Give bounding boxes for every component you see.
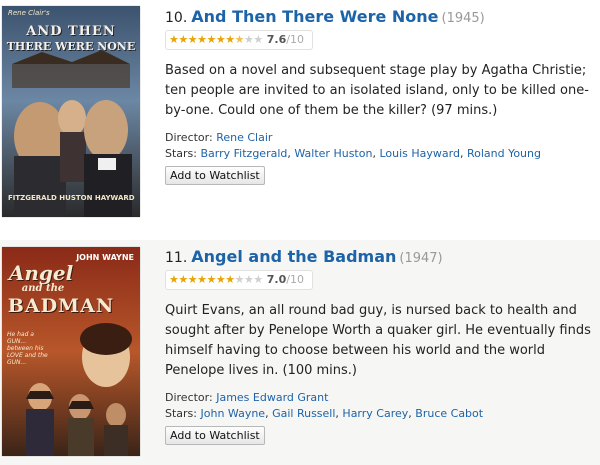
movie-title-link[interactable]: Angel and the Badman (191, 247, 396, 266)
movie-year: (1945) (441, 11, 485, 26)
director-label: Director: (165, 391, 213, 404)
movie-title-link[interactable]: And Then There Were None (191, 7, 438, 26)
poster-credit: Rene Clair's (8, 9, 50, 17)
poster-tagline: He had a GUN... between his LOVE and the… (7, 331, 48, 366)
movie-info: 10. And Then There Were None (1945) ★★★★★★… (165, 7, 594, 185)
poster-title-line2: and the (21, 283, 65, 294)
star-icon[interactable]: ★ (169, 273, 179, 286)
star-empty-icon[interactable]: ★ (235, 273, 245, 286)
star-icon[interactable]: ★ (216, 273, 226, 286)
star-icon[interactable]: ★ (178, 273, 188, 286)
movie-year: (1947) (399, 251, 443, 266)
star-link[interactable]: Barry Fitzgerald (201, 147, 288, 160)
star-link[interactable]: Walter Huston (294, 147, 372, 160)
movie-poster[interactable]: JOHN WAYNE Angel and the BADMAN He had a… (2, 247, 140, 456)
poster-title-line1: Angel (8, 261, 74, 285)
add-to-watchlist-button[interactable]: Add to Watchlist (165, 166, 265, 185)
rating-max: /10 (286, 273, 304, 286)
movie-credits: Director: Rene Clair Stars: Barry Fitzge… (165, 130, 594, 162)
poster-title-line1: AND THEN (26, 24, 116, 39)
movie-credits: Director: James Edward Grant Stars: John… (165, 390, 594, 422)
star-empty-icon[interactable]: ★ (253, 273, 263, 286)
star-icon[interactable]: ★ (197, 33, 207, 46)
rating-value: 7.6 (266, 33, 287, 46)
star-link[interactable]: Bruce Cabot (415, 407, 483, 420)
add-to-watchlist-button[interactable]: Add to Watchlist (165, 426, 265, 445)
movie-description: Based on a novel and subsequent stage pl… (165, 63, 589, 118)
movie-header: 10. And Then There Were None (1945) (165, 7, 594, 29)
poster-title-line3: BADMAN (7, 295, 115, 317)
star-icon[interactable]: ★ (207, 33, 217, 46)
star-empty-icon[interactable]: ★ (253, 33, 263, 46)
movie-info: 11. Angel and the Badman (1947) ★★★★★★★★★★… (165, 247, 594, 445)
star-icon[interactable]: ★ (216, 33, 226, 46)
stars-line: Stars: John Wayne, Gail Russell, Harry C… (165, 407, 484, 420)
star-link[interactable]: Gail Russell (272, 407, 335, 420)
star-link[interactable]: Roland Young (467, 147, 541, 160)
star-icon[interactable]: ★ (225, 273, 235, 286)
star-half-icon[interactable]: ★ (235, 33, 245, 46)
star-rating[interactable]: ★★★★★★★★★★ (169, 271, 263, 289)
director-link[interactable]: James Edward Grant (216, 391, 328, 404)
star-link[interactable]: John Wayne (201, 407, 266, 420)
stars-line: Stars: Barry Fitzgerald, Walter Huston, … (165, 147, 541, 160)
star-link[interactable]: Louis Hayward (379, 147, 460, 160)
star-icon[interactable]: ★ (169, 33, 179, 46)
star-link[interactable]: Harry Carey (342, 407, 408, 420)
movie-description: Quirt Evans, an all round bad guy, is nu… (165, 303, 591, 378)
star-empty-icon[interactable]: ★ (244, 33, 254, 46)
rating-value: 7.0 (266, 273, 287, 286)
star-icon[interactable]: ★ (207, 273, 217, 286)
list-index: 11. (165, 250, 188, 266)
director-link[interactable]: Rene Clair (216, 131, 272, 144)
movie-poster[interactable]: Rene Clair's AND THEN THERE WERE NONE FI… (2, 6, 140, 217)
movie-item-11: JOHN WAYNE Angel and the BADMAN He had a… (0, 240, 600, 465)
rating-max: /10 (286, 33, 304, 46)
movie-item-10: Rene Clair's AND THEN THERE WERE NONE FI… (0, 0, 600, 232)
star-empty-icon[interactable]: ★ (244, 273, 254, 286)
movie-header: 11. Angel and the Badman (1947) (165, 247, 594, 269)
star-icon[interactable]: ★ (197, 273, 207, 286)
star-icon[interactable]: ★ (178, 33, 188, 46)
list-index: 10. (165, 10, 188, 26)
star-rating[interactable]: ★★★★★★★★★★ (169, 31, 263, 49)
poster-title-line2: THERE WERE NONE (6, 40, 136, 53)
star-icon[interactable]: ★ (188, 33, 198, 46)
star-icon[interactable]: ★ (225, 33, 235, 46)
stars-label: Stars: (165, 147, 197, 160)
poster-cast-names: FITZGERALD HUSTON HAYWARD (8, 194, 135, 202)
director-line: Director: James Edward Grant (165, 390, 594, 406)
rating-widget[interactable]: ★★★★★★★★★★ 7.6/10 (165, 30, 313, 50)
stars-label: Stars: (165, 407, 197, 420)
director-line: Director: Rene Clair (165, 130, 594, 146)
director-label: Director: (165, 131, 213, 144)
rating-widget[interactable]: ★★★★★★★★★★ 7.0/10 (165, 270, 313, 290)
star-icon[interactable]: ★ (188, 273, 198, 286)
